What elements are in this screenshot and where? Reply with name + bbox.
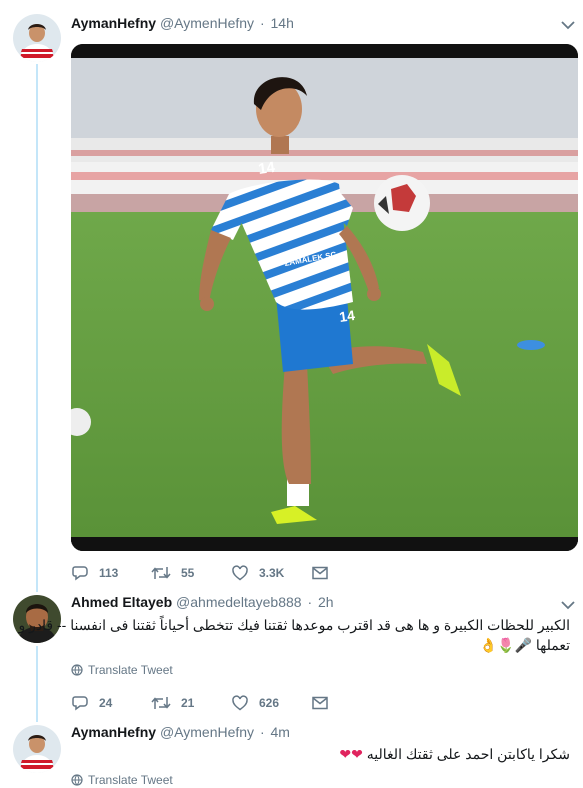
display-name[interactable]: AymanHefny (71, 724, 156, 740)
retweet-count: 55 (181, 566, 195, 580)
user-handle[interactable]: @AymenHefny (160, 15, 254, 31)
tweet-text-body: شكرا ياكابتن احمد على ثقتك الغاليه (366, 746, 570, 762)
reply-count: 24 (99, 696, 113, 710)
display-name[interactable]: AymanHefny (71, 15, 156, 31)
translate-tweet-link[interactable]: Translate Tweet (71, 663, 173, 677)
display-name[interactable]: Ahmed Eltayeb (71, 594, 172, 610)
tweet-header: AymanHefny @AymenHefny · 4m (71, 724, 290, 740)
tweet-text-line: الكبير للحظات الكبيرة و ها هى قد اقترب م… (18, 617, 571, 633)
translate-label: Translate Tweet (88, 773, 173, 787)
thread-connector-line (36, 64, 38, 592)
retweet-icon (151, 697, 171, 709)
like-button[interactable]: 626 (231, 694, 311, 712)
direct-message-button[interactable] (311, 694, 391, 712)
direct-message-button[interactable] (311, 564, 391, 582)
chevron-down-icon[interactable] (561, 20, 575, 30)
chevron-down-icon[interactable] (561, 600, 575, 610)
like-icon (232, 695, 248, 711)
retweet-button[interactable]: 21 (151, 694, 231, 712)
like-icon (232, 565, 248, 581)
tweet-header: AymanHefny @AymenHefny · 14h (71, 15, 294, 31)
message-icon (312, 696, 328, 710)
avatar[interactable] (13, 725, 61, 773)
avatar[interactable] (13, 14, 61, 62)
tweet-text: شكرا ياكابتن احمد على ثقتك الغاليه ❤❤ (300, 744, 570, 764)
jersey-number: 14 (257, 159, 277, 178)
like-count: 626 (259, 696, 280, 710)
translate-label: Translate Tweet (88, 663, 173, 677)
heart-emoji: ❤❤ (339, 746, 363, 762)
timestamp[interactable]: 14h (271, 15, 294, 31)
timestamp[interactable]: 4m (271, 724, 290, 740)
like-count: 3.3K (259, 566, 285, 580)
tweet-text-line: تعملها 🎤🌷👌 (479, 637, 570, 653)
tweet-header: Ahmed Eltayeb @ahmedeltayeb888 · 2h (71, 594, 334, 610)
translate-tweet-link[interactable]: Translate Tweet (71, 773, 173, 787)
message-icon (312, 566, 328, 580)
separator: · (259, 15, 265, 31)
reply-button[interactable]: 24 (71, 694, 151, 712)
separator: · (259, 724, 265, 740)
timestamp[interactable]: 2h (318, 594, 334, 610)
like-button[interactable]: 3.3K (231, 564, 311, 582)
retweet-icon (151, 567, 171, 579)
globe-icon (71, 774, 83, 786)
tweet-actions: 113 55 3.3K (71, 562, 391, 584)
retweet-button[interactable]: 55 (151, 564, 231, 582)
shorts-number: 14 (338, 307, 356, 325)
reply-icon (72, 566, 88, 581)
globe-icon (71, 664, 83, 676)
reply-button[interactable]: 113 (71, 564, 151, 582)
tweet-actions: 24 21 626 (71, 692, 391, 714)
user-handle[interactable]: @ahmedeltayeb888 (176, 594, 302, 610)
separator: · (307, 594, 313, 610)
reply-icon (72, 696, 88, 711)
user-handle[interactable]: @AymenHefny (160, 724, 254, 740)
tweet-media-photo[interactable]: 14 14 ZAMALEK SC (71, 44, 578, 551)
thread-connector-line (36, 646, 38, 722)
retweet-count: 21 (181, 696, 195, 710)
reply-count: 113 (99, 566, 119, 580)
